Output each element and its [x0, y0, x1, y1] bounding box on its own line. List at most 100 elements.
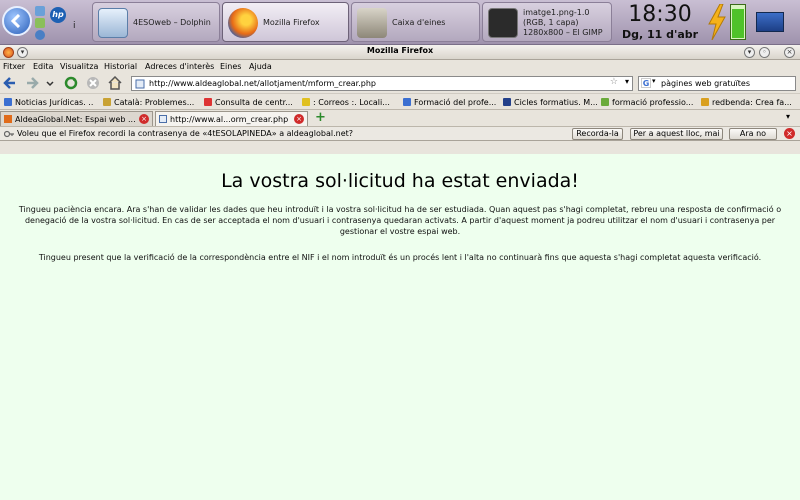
bookmark-item[interactable]: Formació del profe... [403, 96, 497, 108]
tab-list-icon[interactable]: ▾ [786, 112, 790, 121]
menubar: Fitxer Edita Visualitza Historial Adrece… [0, 60, 800, 74]
task-firefox[interactable]: Mozilla Firefox [222, 2, 349, 42]
bookmark-item[interactable]: Català: Problemes... [103, 96, 195, 108]
never-for-site-button[interactable]: Per a aquest lloc, mai [630, 128, 723, 140]
bookmark-label: Consulta de centr... [215, 97, 293, 107]
url-bar[interactable]: ☆ ▾ [131, 76, 633, 91]
menu-adreces[interactable]: Adreces d'interès [145, 62, 214, 71]
page-paragraph-2: Tingueu present que la verificació de la… [38, 253, 762, 262]
search-input[interactable] [661, 77, 793, 90]
tab-favicon [4, 115, 12, 123]
new-tab-icon[interactable]: + [315, 110, 326, 125]
task-label: 4ESOweb – Dolphin [133, 18, 211, 27]
bookmarks-toolbar: Noticias Jurídicas. ... Català: Probleme… [0, 93, 800, 109]
menu-ajuda[interactable]: Ajuda [249, 62, 272, 71]
battery-fill [732, 9, 744, 38]
tab-close-icon[interactable]: × [294, 114, 304, 124]
bookmark-item[interactable]: formació professio... [601, 96, 696, 108]
site-identity-icon[interactable] [135, 79, 145, 89]
forward-icon[interactable] [25, 76, 39, 90]
search-bar[interactable]: G ▾ [638, 76, 796, 91]
task-gimp-toolbox[interactable]: Caixa d'eines [351, 2, 480, 42]
task-label: Mozilla Firefox [263, 18, 320, 27]
bookmark-label: Formació del profe... [414, 97, 497, 107]
search-engine-dropdown-icon[interactable]: ▾ [652, 77, 656, 85]
power-bolt-icon[interactable] [707, 4, 727, 40]
bookmark-item[interactable]: redbenda: Crea fa... [701, 96, 793, 108]
key-icon [4, 130, 14, 138]
password-notification-bar: Voleu que el Firefox recordi la contrase… [0, 126, 800, 141]
tab-strip: AldeaGlobal.Net: Espai web ... × http://… [0, 109, 800, 126]
remember-button[interactable]: Recorda-la [572, 128, 623, 140]
maximize-icon[interactable]: ◦ [759, 47, 770, 58]
dolphin-icon [98, 8, 128, 38]
bookmark-favicon [503, 98, 511, 106]
show-desktop-icon[interactable] [756, 12, 784, 32]
taskbar: hp i 4ESOweb – Dolphin Mozilla Firefox C… [0, 0, 800, 45]
gimp-image-icon [488, 8, 518, 38]
close-icon[interactable]: × [784, 47, 795, 58]
tab-mform-crear[interactable]: http://www.al...orm_crear.php × [155, 111, 308, 126]
bookmark-favicon [403, 98, 411, 106]
tab-favicon [159, 115, 167, 123]
bookmark-label: : Correos :. Locali... [313, 97, 390, 107]
tab-aldeaglobal[interactable]: AldeaGlobal.Net: Espai web ... × [0, 111, 153, 126]
hp-icon[interactable]: hp [50, 7, 66, 23]
bookmark-item[interactable]: Noticias Jurídicas. ... [4, 96, 94, 108]
arrow-left-icon [10, 14, 21, 28]
bookmark-favicon [302, 98, 310, 106]
bookmark-star-icon[interactable]: ☆ [610, 77, 618, 87]
bookmark-label: Cicles formatius. M... [514, 97, 597, 107]
tab-label: AldeaGlobal.Net: Espai web ... [15, 114, 136, 124]
bookmark-favicon [103, 98, 111, 106]
bookmark-favicon [701, 98, 709, 106]
back-icon[interactable] [3, 76, 17, 90]
info-icon[interactable]: i [73, 21, 79, 31]
page-content: La vostra sol·licitud ha estat enviada! … [0, 154, 800, 500]
bookmark-item[interactable]: Consulta de centr... [204, 96, 296, 108]
battery-icon[interactable] [730, 4, 746, 40]
bookmark-label: redbenda: Crea fa... [712, 97, 792, 107]
url-dropdown-icon[interactable]: ▾ [625, 77, 629, 86]
bookmark-label: Català: Problemes... [114, 97, 195, 107]
menu-fitxer[interactable]: Fitxer [3, 62, 25, 71]
reload-icon[interactable] [64, 76, 78, 90]
task-dolphin[interactable]: 4ESOweb – Dolphin [92, 2, 220, 42]
globe-icon[interactable] [35, 30, 45, 40]
firefox-icon [228, 8, 258, 38]
kde-menu-button[interactable] [2, 6, 32, 36]
history-dropdown-icon[interactable] [45, 76, 55, 90]
notification-close-icon[interactable]: × [784, 128, 795, 139]
clock-date: Dg, 11 d'abr [621, 28, 699, 41]
notification-message: Voleu que el Firefox recordi la contrase… [17, 129, 353, 138]
page-paragraph-1: Tingueu paciència encara. Ara s'han de v… [18, 205, 782, 236]
task-gimp-image[interactable]: imatge1.png-1.0 (RGB, 1 capa) 1280x800 –… [482, 2, 612, 42]
task-label: imatge1.png-1.0 (RGB, 1 capa) 1280x800 –… [523, 8, 603, 37]
google-icon[interactable]: G [641, 78, 651, 88]
quicklaunch-icon[interactable] [35, 6, 45, 16]
window-titlebar[interactable]: ▾ Mozilla Firefox ▾ ◦ × [0, 45, 800, 60]
quicklaunch-icon[interactable] [35, 18, 45, 28]
bookmark-label: formació professio... [612, 97, 694, 107]
quick-launch: hp i [35, 4, 87, 42]
menu-eines[interactable]: Eines [220, 62, 241, 71]
tab-close-icon[interactable]: × [139, 114, 149, 124]
not-now-button[interactable]: Ara no [729, 128, 777, 140]
minimize-icon[interactable]: ▾ [744, 47, 755, 58]
menu-historial[interactable]: Historial [104, 62, 137, 71]
navigation-toolbar: ☆ ▾ G ▾ [0, 74, 800, 93]
bookmark-item[interactable]: : Correos :. Locali... [302, 96, 398, 108]
menu-edita[interactable]: Edita [33, 62, 53, 71]
home-icon[interactable] [108, 76, 122, 90]
clock-time: 18:30 [628, 2, 692, 27]
clock[interactable]: 18:30 Dg, 11 d'abr [620, 2, 700, 42]
page-heading: La vostra sol·licitud ha estat enviada! [221, 170, 579, 192]
bookmark-item[interactable]: Cicles formatius. M... [503, 96, 597, 108]
bookmark-favicon [4, 98, 12, 106]
stop-icon[interactable] [86, 76, 100, 90]
url-input[interactable] [149, 77, 619, 90]
tab-label: http://www.al...orm_crear.php [170, 114, 289, 124]
menu-visualitza[interactable]: Visualitza [60, 62, 98, 71]
window-title: Mozilla Firefox [366, 46, 434, 55]
bookmark-favicon [601, 98, 609, 106]
